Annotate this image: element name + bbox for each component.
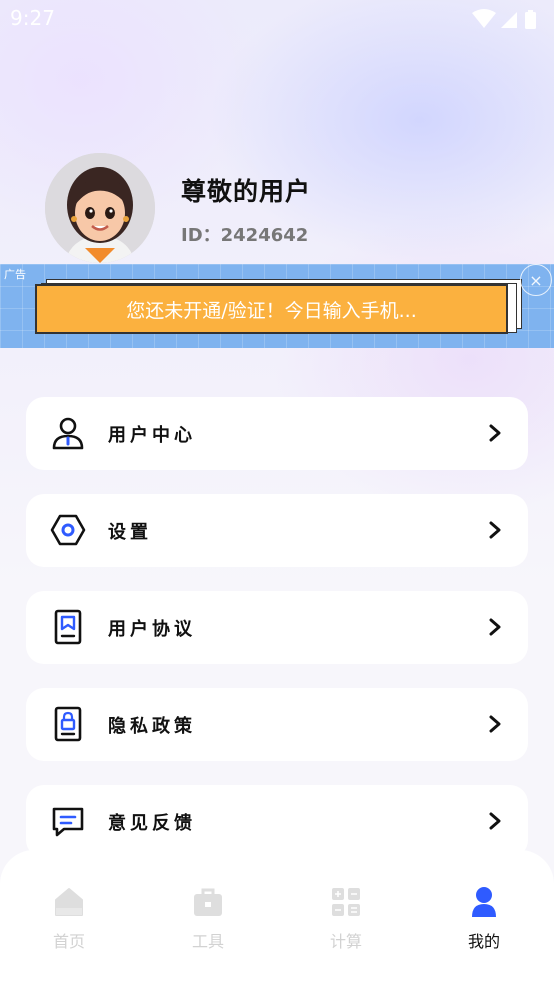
menu-item-privacy-policy[interactable]: 隐私政策	[26, 688, 528, 761]
nav-label: 我的	[467, 932, 500, 951]
menu-item-feedback[interactable]: 意见反馈	[26, 785, 528, 858]
chevron-right-icon	[489, 715, 501, 733]
status-time: 9:27	[10, 6, 55, 30]
nav-item-home[interactable]: 首页	[29, 886, 109, 956]
battery-icon	[525, 12, 536, 29]
user-id: ID：2424642	[181, 225, 309, 246]
nav-label: 首页	[52, 932, 85, 951]
ad-tag: 广告	[4, 268, 26, 281]
user-name: 尊敬的用户	[181, 177, 312, 206]
feedback-message-icon	[52, 807, 84, 837]
menu-item-user-center[interactable]: 用户中心	[26, 397, 528, 470]
chevron-right-icon	[489, 618, 501, 636]
ad-close-button[interactable]: ×	[520, 264, 552, 296]
settings-hexagon-icon	[50, 514, 86, 546]
menu-item-label: 隐私政策	[108, 716, 196, 737]
menu-item-label: 用户中心	[108, 425, 196, 446]
wifi-icon	[472, 9, 496, 28]
profile-icon	[472, 887, 496, 917]
chevron-right-icon	[489, 812, 501, 830]
ad-banner[interactable]: 广告 您还未开通/验证！今日输入手机... ×	[0, 264, 554, 348]
nav-item-calculate[interactable]: 计算	[306, 886, 386, 956]
close-icon: ×	[529, 270, 543, 290]
privacy-lock-document-icon	[54, 706, 82, 742]
nav-item-tools[interactable]: 工具	[168, 886, 248, 956]
nav-item-mine[interactable]: 我的	[444, 886, 524, 956]
calculator-icon	[332, 888, 360, 916]
agreement-document-icon	[54, 609, 82, 645]
menu-item-label: 用户协议	[108, 619, 196, 640]
avatar[interactable]	[45, 153, 155, 263]
menu-item-user-agreement[interactable]: 用户协议	[26, 591, 528, 664]
nav-label: 计算	[329, 932, 362, 951]
ad-message-card[interactable]: 您还未开通/验证！今日输入手机...	[35, 284, 508, 334]
menu-item-label: 设置	[108, 522, 152, 543]
signal-icon	[501, 12, 517, 28]
menu-item-settings[interactable]: 设置	[26, 494, 528, 567]
status-bar: 9:27	[0, 0, 554, 38]
toolbox-icon	[194, 888, 222, 916]
nav-label: 工具	[191, 932, 224, 951]
chevron-right-icon	[489, 424, 501, 442]
user-icon	[52, 417, 84, 450]
home-icon	[55, 888, 83, 916]
menu-item-label: 意见反馈	[108, 813, 196, 834]
status-icons	[472, 9, 536, 29]
ad-message: 您还未开通/验证！今日输入手机...	[126, 299, 417, 322]
chevron-right-icon	[489, 521, 501, 539]
bottom-nav: 首页 工具 计算 我的	[0, 850, 554, 984]
